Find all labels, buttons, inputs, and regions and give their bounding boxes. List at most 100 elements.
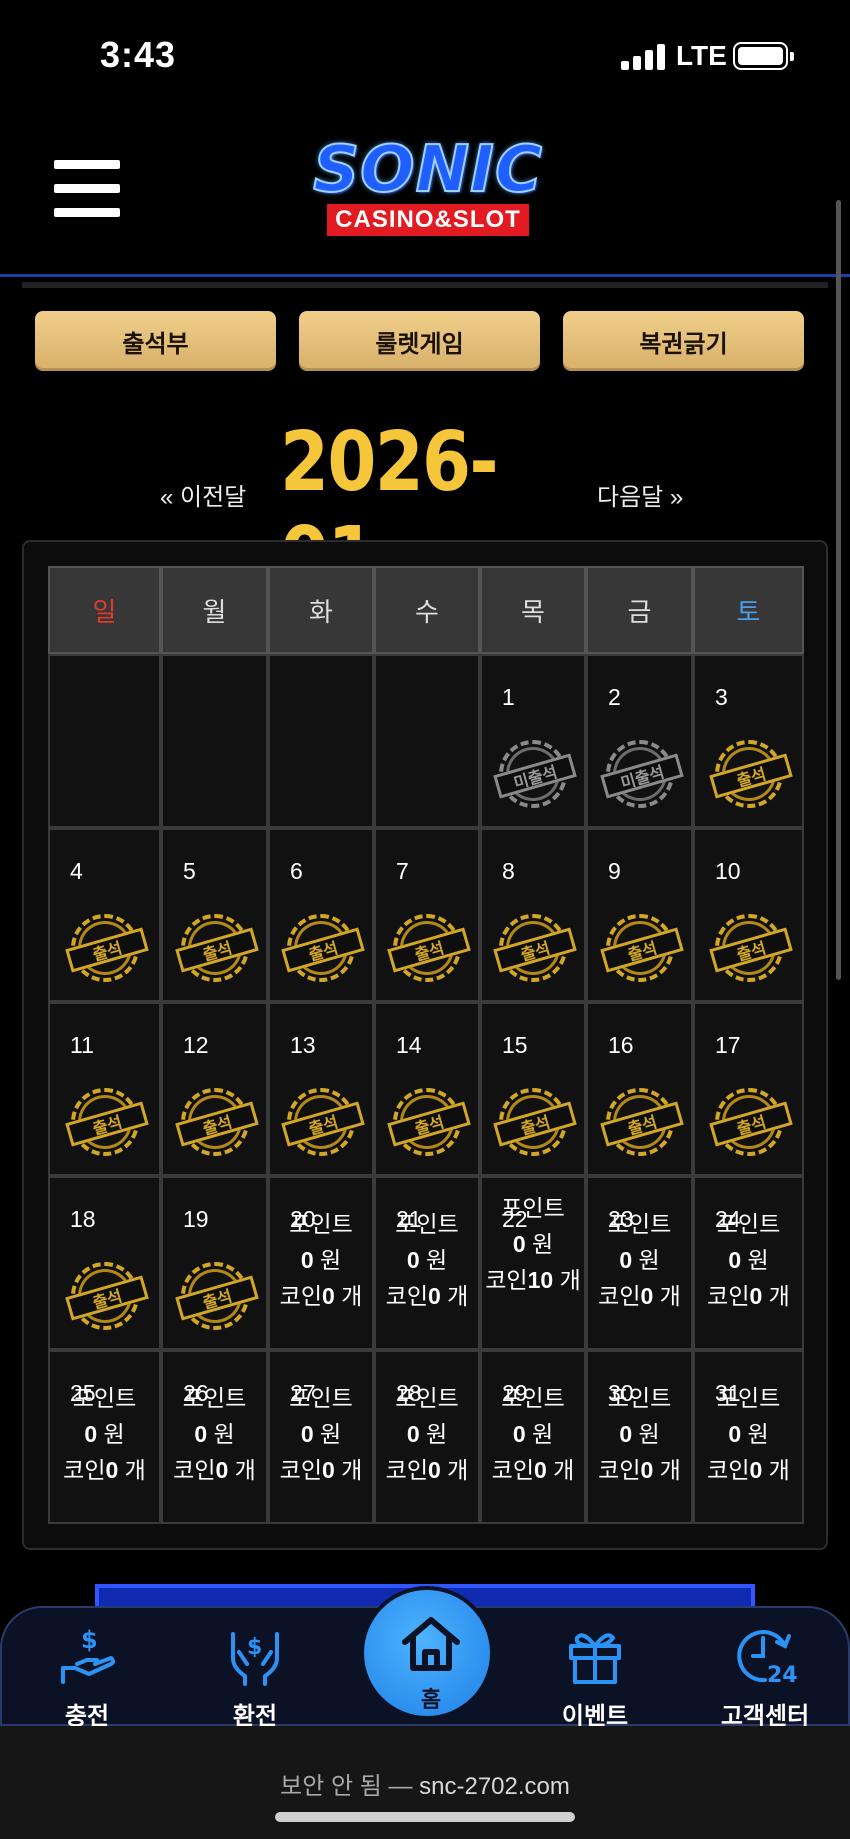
attendance-tab[interactable]: 출석부 [35,311,276,371]
calendar-day-cell[interactable]: 7 출석 [374,828,480,1002]
coin-value: 0 [321,1457,335,1483]
day-number: 9 [608,858,621,884]
coin-label: 코인 [385,1457,428,1483]
point-value: 0 [194,1421,208,1447]
day-number: 10 [715,858,741,884]
calendar-day-cell[interactable]: 22 포인트 0 원 코인10 개 [480,1176,586,1350]
calendar-day-cell[interactable]: 10 출석 [693,828,804,1002]
attended-stamp-icon: 출석 [281,1088,365,1156]
calendar-day-cell[interactable]: 1 미출석 [480,654,586,828]
point-value: 0 [406,1247,420,1273]
calendar-day-cell[interactable]: 29 포인트 0 원 코인0 개 [480,1350,586,1524]
point-value: 0 [512,1421,526,1447]
calendar-day-cell[interactable]: 28 포인트 0 원 코인0 개 [374,1350,480,1524]
won-unit: 원 [747,1421,769,1447]
day-number: 19 [183,1206,209,1232]
network-type: LTE [676,40,727,71]
reward-info: 포인트 0 원 코인0 개 [695,1206,802,1314]
reward-info: 포인트 0 원 코인0 개 [376,1380,478,1488]
reward-info: 포인트 0 원 코인0 개 [588,1206,691,1314]
nav-support[interactable]: 24 고객센터 [700,1624,830,1731]
day-number: 16 [608,1032,634,1058]
calendar-empty-cell [374,654,480,828]
coin-label: 코인 [385,1283,428,1309]
calendar-day-cell[interactable]: 19 출석 [161,1176,268,1350]
calendar-day-cell[interactable]: 14 출석 [374,1002,480,1176]
next-month-link[interactable]: 다음달 » [597,477,683,512]
reward-info: 포인트 0 원 코인0 개 [482,1380,584,1488]
calendar-day-cell[interactable]: 17 출석 [693,1002,804,1176]
day-number: 17 [715,1032,741,1058]
won-unit: 원 [103,1421,125,1447]
day-number: 3 [715,684,728,710]
calendar-day-cell[interactable]: 30 포인트 0 원 코인0 개 [586,1350,693,1524]
stamp-label: 미출석 [493,753,577,799]
scrollbar[interactable] [836,200,841,980]
calendar-empty-cell [268,654,374,828]
attended-stamp-icon: 출석 [708,740,793,808]
calendar-day-cell[interactable]: 20 포인트 0 원 코인0 개 [268,1176,374,1350]
calendar-day-cell[interactable]: 6 출석 [268,828,374,1002]
calendar-week-row: 11 출석 12 출석 13 출석 14 출석 15 출석 16 출석 17 출석 [48,1002,804,1176]
logo-subtitle: CASINO&SLOT [327,204,529,236]
stamp-label: 출석 [599,927,684,973]
calendar-day-cell[interactable]: 27 포인트 0 원 코인0 개 [268,1350,374,1524]
calendar-day-cell[interactable]: 21 포인트 0 원 코인0 개 [374,1176,480,1350]
calendar-day-cell[interactable]: 9 출석 [586,828,693,1002]
point-label: 포인트 [182,1385,247,1411]
home-indicator[interactable] [275,1812,575,1822]
coin-label: 코인 [63,1457,106,1483]
coin-value: 0 [427,1457,441,1483]
calendar-day-cell[interactable]: 5 출석 [161,828,268,1002]
clock: 3:43 [100,34,177,75]
nav-deposit[interactable]: $ 충전 [22,1624,152,1731]
nav-home[interactable]: 홈 [360,1586,494,1720]
coin-value: 10 [527,1267,554,1293]
browser-url-bar[interactable]: 보안 안 됨 — snc-2702.com [0,1726,850,1839]
attended-stamp-icon: 출석 [493,914,577,982]
url-domain: snc-2702.com [419,1773,570,1800]
reward-info: 포인트 0 원 코인0 개 [163,1380,266,1488]
calendar-day-cell[interactable]: 8 출석 [480,828,586,1002]
calendar-day-cell[interactable]: 31 포인트 0 원 코인0 개 [693,1350,804,1524]
coin-label: 코인 [485,1267,528,1293]
coin-label: 코인 [173,1457,216,1483]
calendar-day-cell[interactable]: 16 출석 [586,1002,693,1176]
day-number: 6 [290,858,303,884]
calendar-day-cell[interactable]: 24 포인트 0 원 코인0 개 [693,1176,804,1350]
calendar-day-cell[interactable]: 3 출석 [693,654,804,828]
won-unit: 원 [638,1421,660,1447]
site-logo[interactable]: SONIC CASINO&SLOT [286,137,570,238]
lottery-tab[interactable]: 복권긁기 [563,311,804,371]
weekday-header-cell: 목 [480,566,586,654]
menu-icon[interactable] [54,160,120,218]
won-unit: 원 [638,1247,660,1273]
calendar-day-cell[interactable]: 15 출석 [480,1002,586,1176]
nav-withdraw[interactable]: $ 환전 [190,1624,320,1731]
calendar-day-cell[interactable]: 4 출석 [48,828,161,1002]
header-divider-shadow [22,282,828,288]
calendar-day-cell[interactable]: 18 출석 [48,1176,161,1350]
prev-month-link[interactable]: « 이전달 [160,477,246,512]
stamp-label: 출석 [387,927,471,973]
calendar-day-cell[interactable]: 12 출석 [161,1002,268,1176]
calendar-day-cell[interactable]: 23 포인트 0 원 코인0 개 [586,1176,693,1350]
stamp-label: 출석 [174,1101,259,1147]
attended-stamp-icon: 출석 [174,914,259,982]
stamp-label: 출석 [708,753,793,799]
calendar-day-cell[interactable]: 11 출석 [48,1002,161,1176]
calendar-day-cell[interactable]: 2 미출석 [586,654,693,828]
absent-stamp-icon: 미출석 [493,740,577,808]
calendar-week-row: 4 출석 5 출석 6 출석 7 출석 8 출석 9 출석 10 출석 [48,828,804,1002]
roulette-tab[interactable]: 룰렛게임 [299,311,540,371]
calendar-day-cell[interactable]: 25 포인트 0 원 코인0 개 [48,1350,161,1524]
coin-unit: 개 [234,1457,256,1483]
stamp-label: 출석 [281,1101,365,1147]
nav-events[interactable]: 이벤트 [530,1624,660,1731]
signal-icon [621,42,665,70]
calendar-day-cell[interactable]: 26 포인트 0 원 코인0 개 [161,1350,268,1524]
url-display[interactable]: 보안 안 됨 — snc-2702.com [0,1766,850,1801]
calendar-day-cell[interactable]: 13 출석 [268,1002,374,1176]
absent-stamp-icon: 미출석 [599,740,684,808]
point-label: 포인트 [289,1211,353,1237]
